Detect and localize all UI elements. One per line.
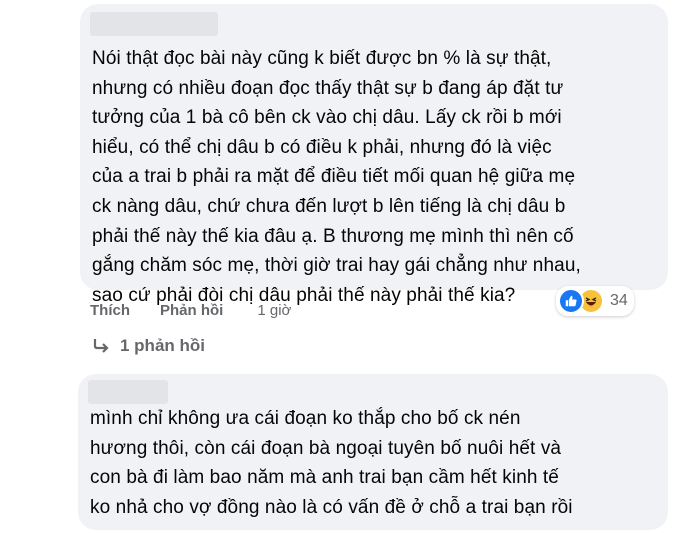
comment-actions: Thích Phản hồi 1 giờ [90, 302, 291, 319]
like-reaction-icon [558, 288, 584, 314]
view-replies-link[interactable]: 1 phản hồi [92, 336, 205, 356]
reaction-summary[interactable]: 34 [556, 286, 634, 316]
like-button[interactable]: Thích [90, 302, 130, 319]
blurred-author-name [88, 380, 168, 404]
replies-count-label: 1 phản hồi [120, 336, 205, 355]
comment-bubble: Nói thật đọc bài này cũng k biết được bn… [80, 4, 668, 306]
reply-bubble: mình chỉ không ưa cái đoạn ko thắp cho b… [78, 374, 668, 530]
blurred-author-name [90, 12, 218, 36]
reply-button[interactable]: Phản hồi [160, 302, 223, 319]
comment-text: Nói thật đọc bài này cũng k biết được bn… [92, 48, 581, 306]
reply-arrow-icon [93, 339, 109, 353]
comment-timestamp[interactable]: 1 giờ [257, 302, 291, 319]
reply-text: mình chỉ không ưa cái đoạn ko thắp cho b… [90, 408, 573, 518]
reaction-count: 34 [610, 292, 628, 309]
